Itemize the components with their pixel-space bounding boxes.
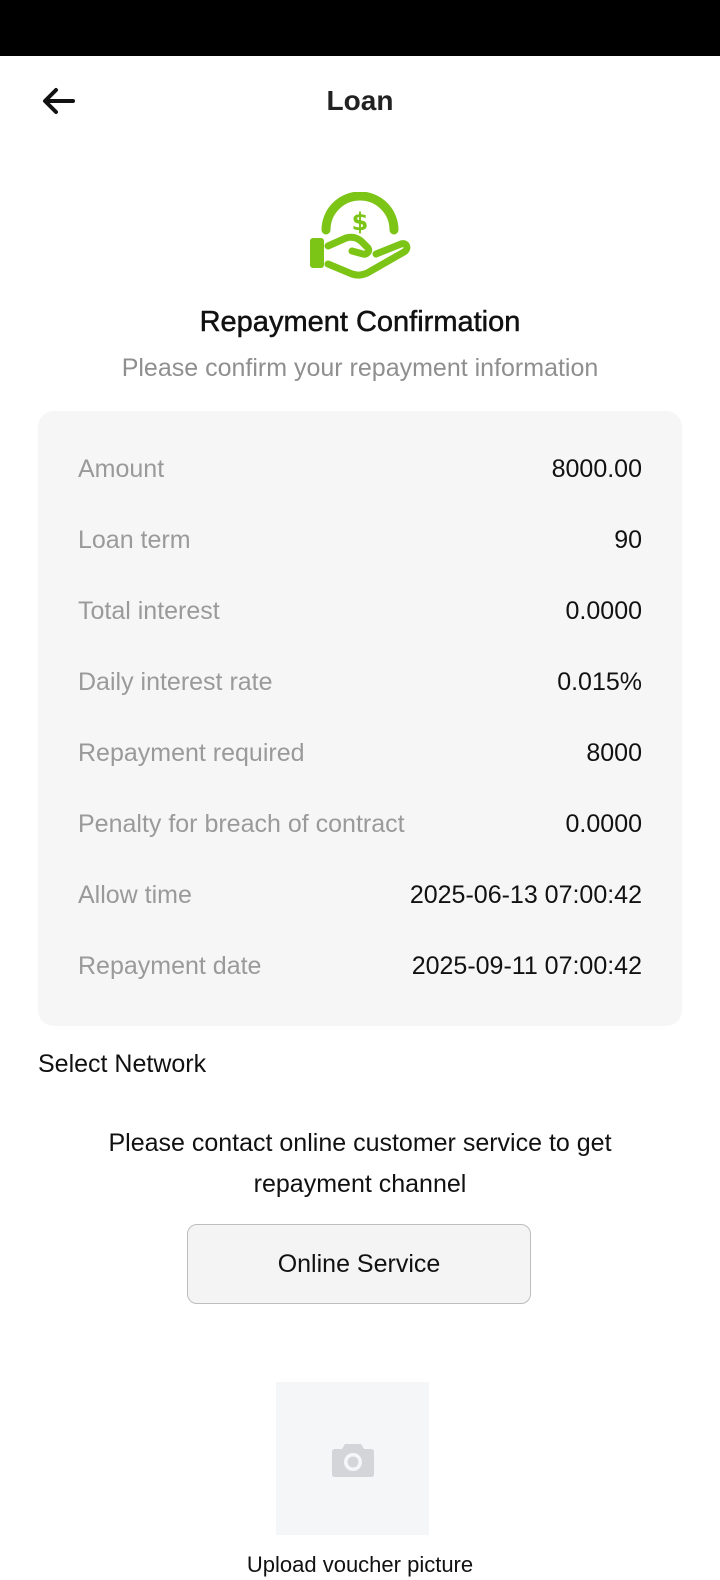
detail-value: 0.015% xyxy=(557,667,642,696)
detail-value: 2025-06-13 07:00:42 xyxy=(409,880,642,909)
detail-row-total-interest: Total interest 0.0000 xyxy=(78,591,642,631)
app-header: Loan xyxy=(0,56,720,146)
detail-value: 90 xyxy=(614,525,642,554)
customer-service-notice: Please contact online customer service t… xyxy=(108,1129,612,1198)
detail-value: 8000.00 xyxy=(551,454,642,483)
page-title: Loan xyxy=(326,85,394,116)
detail-value: 8000 xyxy=(586,738,642,767)
detail-row-penalty: Penalty for breach of contract 0.0000 xyxy=(78,804,642,844)
detail-row-amount: Amount 8000.00 xyxy=(78,449,642,489)
detail-label: Amount xyxy=(78,454,165,483)
detail-label: Penalty for breach of contract xyxy=(78,809,405,838)
confirmation-subtitle: Please confirm your repayment informatio… xyxy=(121,354,599,382)
detail-row-daily-rate: Daily interest rate 0.015% xyxy=(78,662,642,702)
detail-value: 2025-09-11 07:00:42 xyxy=(411,951,642,980)
upload-voucher-box[interactable] xyxy=(276,1382,429,1535)
confirmation-title: Repayment Confirmation xyxy=(199,306,521,339)
detail-label: Loan term xyxy=(78,525,191,554)
detail-row-loan-term: Loan term 90 xyxy=(78,520,642,560)
detail-row-repayment-date: Repayment date 2025-09-11 07:00:42 xyxy=(78,946,642,986)
online-service-button[interactable]: Online Service xyxy=(187,1224,531,1304)
svg-text:$: $ xyxy=(352,208,369,236)
detail-label: Repayment date xyxy=(78,951,262,980)
detail-value: 0.0000 xyxy=(565,809,642,838)
detail-label: Repayment required xyxy=(78,738,305,767)
select-network-label: Select Network xyxy=(38,1050,207,1078)
repayment-details-card: Amount 8000.00 Loan term 90 Total intere… xyxy=(38,411,682,1026)
detail-row-repayment-required: Repayment required 8000 xyxy=(78,733,642,773)
detail-value: 0.0000 xyxy=(565,596,642,625)
upload-voucher-caption: Upload voucher picture xyxy=(246,1552,474,1577)
camera-icon xyxy=(331,1443,374,1477)
detail-row-allow-time: Allow time 2025-06-13 07:00:42 xyxy=(78,875,642,915)
detail-label: Daily interest rate xyxy=(78,667,273,696)
detail-label: Allow time xyxy=(78,880,192,909)
hand-dollar-icon: $ xyxy=(306,191,414,288)
detail-label: Total interest xyxy=(78,596,220,625)
status-bar xyxy=(0,0,720,56)
